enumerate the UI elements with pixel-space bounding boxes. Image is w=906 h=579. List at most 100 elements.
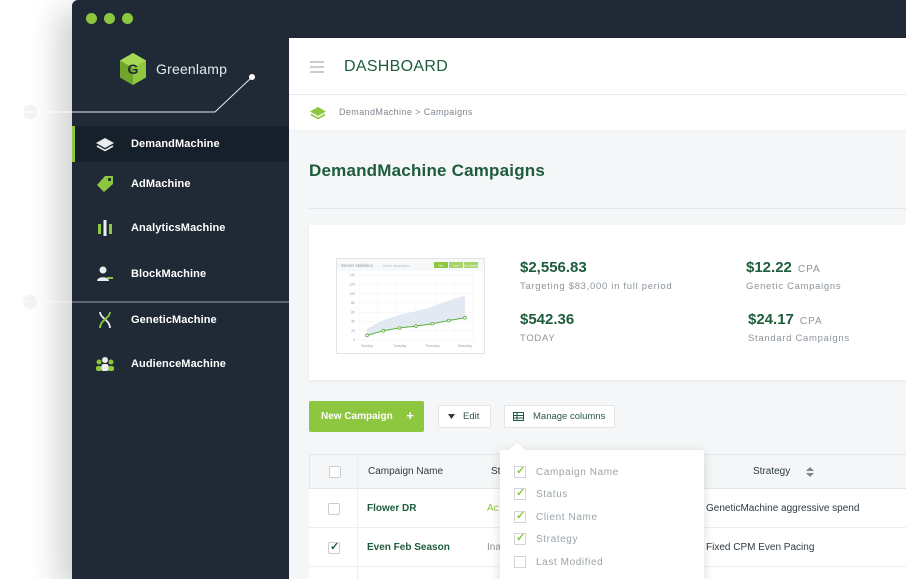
- brand-name: Greenlamp: [156, 61, 228, 77]
- layers-icon: [94, 135, 116, 153]
- mini-chart-y-tick: 60: [351, 310, 355, 314]
- sidebar-item-demandmachine[interactable]: DemandMachine: [72, 126, 289, 162]
- column-option-strategy[interactable]: Strategy: [514, 531, 579, 545]
- user-block-icon: [94, 265, 116, 283]
- mini-chart-tab-label: Cumulative: [463, 264, 478, 268]
- mini-chart-point: [381, 328, 386, 333]
- window-dot-icon[interactable]: [122, 13, 133, 24]
- row-checkbox[interactable]: [328, 540, 340, 554]
- stat-unit: CPA: [797, 264, 821, 275]
- mini-chart-y-tick: 0: [353, 338, 355, 342]
- stat-standard-cpa: $24.17 CPA Standard Campaigns: [748, 311, 850, 344]
- manage-columns-label: Manage columns: [533, 411, 606, 422]
- edit-button[interactable]: Edit: [438, 405, 491, 428]
- mini-chart-title: Server statistics: [341, 263, 374, 268]
- column-option-status[interactable]: Status: [514, 486, 568, 500]
- mini-chart-tab-label: Hot: [439, 264, 444, 268]
- greenlamp-logo-icon: G: [120, 53, 146, 85]
- row-checkbox[interactable]: [328, 503, 340, 515]
- new-campaign-label: New Campaign: [321, 411, 393, 422]
- caret-down-icon: [448, 414, 455, 419]
- breadcrumb[interactable]: DemandMachine > Campaigns: [339, 107, 473, 117]
- strategy-cell: Fixed CPM Even Pacing: [706, 542, 815, 553]
- sidebar-item-analyticsmachine[interactable]: AnalyticsMachine: [72, 206, 289, 250]
- sidebar-item-label: BlockMachine: [131, 268, 207, 280]
- mini-chart-point: [397, 326, 402, 330]
- mini-chart-point: [414, 324, 418, 328]
- manage-columns-button[interactable]: Manage columns: [504, 405, 615, 428]
- mini-chart-tab-label: Live: [453, 264, 459, 268]
- window-dot-icon[interactable]: [104, 13, 115, 24]
- column-option-label: Strategy: [536, 533, 579, 545]
- layers-icon: [310, 107, 326, 120]
- mini-chart-y-tick: 120: [349, 282, 355, 286]
- campaign-name-link[interactable]: Flower DR: [367, 503, 416, 514]
- hamburger-menu-icon[interactable]: [310, 61, 324, 73]
- mini-chart-x-label: Saturday: [458, 344, 472, 348]
- top-bar: DASHBOARD: [289, 38, 906, 95]
- stat-caption: TODAY: [520, 333, 556, 344]
- edit-label: Edit: [463, 411, 480, 422]
- column-header-strategy[interactable]: Strategy: [753, 466, 790, 477]
- sidebar-nav: DemandMachine AdMachine AnalyticsMachine…: [72, 126, 289, 386]
- stats-card: Server statistics Some description Hot Li…: [309, 225, 906, 380]
- campaign-name-link[interactable]: Even Feb Season: [367, 542, 450, 553]
- screenshot-stage: G Greenlamp DemandMachine AdMachine Anal…: [0, 0, 906, 579]
- column-option-last-modified[interactable]: Last Modified: [514, 556, 603, 568]
- manage-columns-dropdown: Campaign Name Status Client Name Strateg…: [500, 450, 704, 579]
- sidebar-item-audiencemachine[interactable]: AudienceMachine: [72, 342, 289, 386]
- status-cell: Ina: [487, 542, 501, 553]
- sidebar-item-blockmachine[interactable]: BlockMachine: [72, 250, 289, 298]
- column-checkbox[interactable]: [514, 556, 526, 568]
- column-checkbox[interactable]: [514, 531, 526, 545]
- stat-value: $2,556.83: [520, 259, 587, 276]
- mini-chart: Server statistics Some description Hot Li…: [336, 258, 485, 354]
- column-checkbox[interactable]: [514, 486, 526, 500]
- mini-chart-x-label: Thursday: [425, 344, 440, 348]
- column-option-client-name[interactable]: Client Name: [514, 509, 598, 523]
- stat-today-spend: $542.36 TODAY: [520, 311, 574, 344]
- audience-icon: [94, 355, 116, 373]
- page-title: DemandMachine Campaigns: [309, 161, 546, 180]
- mini-chart-subtitle: Some description: [383, 264, 410, 268]
- column-checkbox[interactable]: [514, 464, 526, 478]
- sidebar-item-geneticmachine[interactable]: GeneticMachine: [72, 298, 289, 342]
- brand[interactable]: G Greenlamp: [118, 52, 227, 86]
- mini-chart-y-tick: 100: [349, 292, 355, 296]
- window-dot-icon[interactable]: [86, 13, 97, 24]
- stat-unit: CPA: [799, 316, 823, 327]
- column-option-campaign-name[interactable]: Campaign Name: [514, 464, 619, 478]
- page-header-title: DASHBOARD: [344, 58, 449, 75]
- mini-chart-y-tick: 140: [349, 273, 355, 277]
- mini-chart-svg: Server statistics Some description Hot Li…: [337, 259, 484, 348]
- strategy-cell: GeneticMachine aggressive spend: [706, 503, 860, 514]
- column-option-label: Campaign Name: [536, 466, 619, 478]
- mini-chart-point: [463, 315, 467, 320]
- stat-caption: Genetic Campaigns: [746, 281, 842, 292]
- sidebar-item-admachine[interactable]: AdMachine: [72, 162, 289, 206]
- mini-chart-point: [430, 321, 435, 326]
- svg-text:G: G: [128, 61, 139, 77]
- column-option-label: Last Modified: [536, 556, 604, 568]
- select-all-checkbox[interactable]: [329, 466, 341, 478]
- bars-icon: [94, 219, 116, 237]
- mini-chart-y-tick: 80: [351, 301, 355, 305]
- stat-total-spend: $2,556.83 Targeting $83,000 in full peri…: [520, 259, 672, 292]
- mini-chart-point: [365, 333, 369, 338]
- status-cell: Ac: [487, 503, 499, 514]
- tag-icon: [94, 175, 116, 193]
- mini-chart-y-tick: 40: [351, 320, 355, 324]
- sort-icon[interactable]: [806, 467, 814, 477]
- plus-icon: +: [406, 408, 414, 423]
- mini-chart-x-label: Sunday: [361, 344, 373, 348]
- breadcrumb-bar: DemandMachine > Campaigns: [289, 95, 906, 131]
- sidebar: G Greenlamp DemandMachine AdMachine Anal…: [72, 38, 289, 579]
- column-option-label: Client Name: [536, 511, 598, 523]
- sidebar-item-label: GeneticMachine: [131, 314, 217, 326]
- stat-caption: Standard Campaigns: [748, 333, 850, 344]
- column-checkbox[interactable]: [514, 509, 526, 523]
- dna-icon: [94, 311, 116, 329]
- column-header-campaign-name[interactable]: Campaign Name: [368, 466, 443, 477]
- new-campaign-button[interactable]: New Campaign +: [309, 401, 424, 432]
- window-controls: [86, 13, 133, 24]
